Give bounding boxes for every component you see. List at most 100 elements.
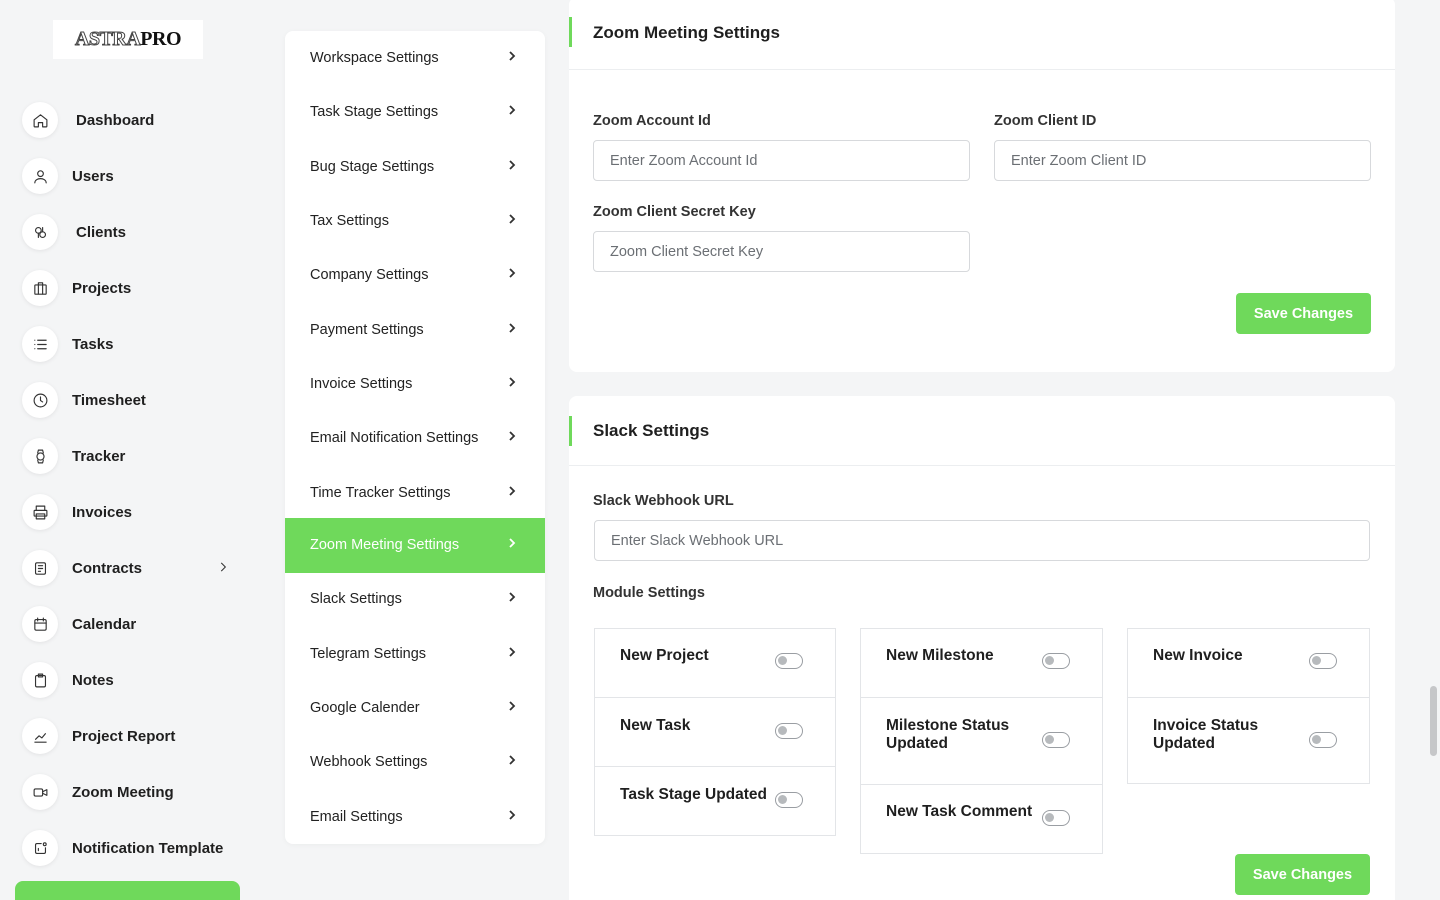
slack-card-header: Slack Settings (569, 396, 1395, 466)
chart-icon (22, 718, 58, 754)
sidebar-item-label: Users (72, 167, 114, 185)
module-column-3: New Invoice Invoice Status Updated (1127, 628, 1370, 784)
brand-logo[interactable]: ASTRA PRO (53, 20, 203, 59)
settings-menu-item-zoom-meeting[interactable]: Zoom Meeting Settings (285, 518, 545, 573)
sidebar-item-label: Tracker (72, 447, 126, 465)
sidebar-item-notification-template[interactable]: Notification Template (22, 828, 242, 868)
toggle-switch[interactable] (1042, 810, 1070, 826)
sidebar-item-label: Timesheet (72, 391, 146, 409)
sidebar-item-settings[interactable] (15, 881, 240, 900)
module-new-task-comment: New Task Comment (861, 785, 1102, 854)
chevron-right-icon (507, 808, 517, 820)
sidebar-item-clients[interactable]: Clients (22, 212, 242, 252)
module-label: New Milestone (886, 647, 994, 664)
module-label: Invoice Status Updated (1153, 717, 1259, 752)
slack-webhook-input[interactable] (594, 520, 1370, 561)
settings-menu: Workspace Settings Task Stage Settings B… (285, 31, 545, 844)
module-milestone-status-updated: Milestone Status Updated (861, 698, 1102, 785)
zoom-settings-card: Zoom Meeting Settings Zoom Account Id Zo… (569, 0, 1395, 372)
calendar-icon (22, 606, 58, 642)
sidebar-item-label: Project Report (72, 727, 176, 745)
chevron-right-icon (507, 375, 517, 387)
sidebar-item-zoom-meeting[interactable]: Zoom Meeting (22, 772, 242, 812)
menu-item-label: Payment Settings (310, 322, 424, 339)
settings-menu-item-invoice[interactable]: Invoice Settings (285, 357, 545, 412)
sidebar-item-users[interactable]: Users (22, 156, 242, 196)
sidebar-item-project-report[interactable]: Project Report (22, 716, 242, 756)
contract-icon (22, 550, 58, 586)
settings-menu-item-telegram[interactable]: Telegram Settings (285, 627, 545, 682)
settings-menu-item-webhook[interactable]: Webhook Settings (285, 735, 545, 790)
sidebar-item-label: Calendar (72, 615, 137, 633)
sidebar-item-projects[interactable]: Projects (22, 268, 242, 308)
sidebar-item-invoices[interactable]: Invoices (22, 492, 242, 532)
sidebar-item-label: Projects (72, 279, 132, 297)
sidebar-item-label: Zoom Meeting (72, 783, 174, 801)
module-invoice-status-updated: Invoice Status Updated (1128, 698, 1369, 785)
settings-menu-item-bug-stage[interactable]: Bug Stage Settings (285, 140, 545, 195)
module-label: Task Stage Updated (620, 786, 768, 803)
zoom-account-id-input[interactable] (593, 140, 970, 181)
module-new-milestone: New Milestone (861, 629, 1102, 698)
menu-item-label: Webhook Settings (310, 754, 428, 771)
page-scrollbar[interactable] (1430, 686, 1437, 756)
module-settings-label: Module Settings (593, 585, 705, 601)
settings-menu-item-slack[interactable]: Slack Settings (285, 572, 545, 627)
zoom-client-secret-input[interactable] (593, 231, 970, 272)
sidebar-item-label: Clients (76, 223, 127, 241)
menu-item-label: Workspace Settings (310, 50, 439, 67)
settings-menu-item-tax[interactable]: Tax Settings (285, 194, 545, 249)
toggle-switch[interactable] (1042, 653, 1070, 669)
settings-menu-item-time-tracker[interactable]: Time Tracker Settings (285, 466, 545, 521)
sidebar-item-tracker[interactable]: Tracker (22, 436, 242, 476)
menu-item-label: Tax Settings (310, 213, 389, 230)
zoom-client-id-label: Zoom Client ID (994, 113, 1097, 129)
notification-icon (22, 830, 58, 866)
module-label: New Task (620, 717, 691, 734)
settings-menu-item-email-notification[interactable]: Email Notification Settings (285, 411, 545, 466)
settings-menu-item-payment[interactable]: Payment Settings (285, 303, 545, 358)
sidebar-item-tasks[interactable]: Tasks (22, 324, 242, 364)
settings-menu-item-email[interactable]: Email Settings (285, 790, 545, 844)
settings-menu-item-google-calender[interactable]: Google Calender (285, 681, 545, 736)
zoom-card-header: Zoom Meeting Settings (569, 0, 1395, 70)
slack-save-button[interactable]: Save Changes (1235, 854, 1370, 895)
module-label: Milestone Status Updated (886, 717, 1010, 752)
toggle-switch[interactable] (1309, 653, 1337, 669)
sidebar-item-label: Tasks (72, 335, 114, 353)
module-new-invoice: New Invoice (1128, 629, 1369, 698)
zoom-account-id-label: Zoom Account Id (593, 113, 711, 129)
toggle-switch[interactable] (775, 792, 803, 808)
chevron-right-icon (507, 103, 517, 115)
toggle-switch[interactable] (1042, 732, 1070, 748)
chevron-right-icon (507, 645, 517, 657)
toggle-switch[interactable] (1309, 732, 1337, 748)
sidebar: ASTRA PRO Dashboard Users Clients Project… (0, 0, 260, 900)
zoom-client-id-input[interactable] (994, 140, 1371, 181)
zoom-save-button[interactable]: Save Changes (1236, 293, 1371, 334)
chevron-right-icon (507, 429, 517, 441)
settings-menu-item-workspace[interactable]: Workspace Settings (285, 31, 545, 86)
menu-item-label: Invoice Settings (310, 376, 413, 393)
module-label: New Invoice (1153, 647, 1243, 664)
chevron-right-icon (507, 158, 517, 170)
sidebar-item-dashboard[interactable]: Dashboard (22, 100, 242, 140)
sidebar-item-contracts[interactable]: Contracts (22, 548, 242, 588)
toggle-switch[interactable] (775, 653, 803, 669)
sidebar-item-notes[interactable]: Notes (22, 660, 242, 700)
sidebar-item-calendar[interactable]: Calendar (22, 604, 242, 644)
settings-menu-item-task-stage[interactable]: Task Stage Settings (285, 85, 545, 140)
clients-icon (22, 214, 58, 250)
settings-menu-item-company[interactable]: Company Settings (285, 248, 545, 303)
menu-item-label: Task Stage Settings (310, 104, 439, 121)
zoom-client-secret-label: Zoom Client Secret Key (593, 204, 756, 220)
toggle-switch[interactable] (775, 723, 803, 739)
menu-item-label: Time Tracker Settings (310, 485, 451, 502)
user-icon (22, 158, 58, 194)
module-column-1: New Project New Task Task Stage Updated (594, 628, 836, 836)
chevron-right-icon[interactable] (216, 560, 230, 574)
sidebar-item-timesheet[interactable]: Timesheet (22, 380, 242, 420)
sidebar-item-label: Dashboard (76, 111, 155, 129)
video-icon (22, 774, 58, 810)
printer-icon (22, 494, 58, 530)
